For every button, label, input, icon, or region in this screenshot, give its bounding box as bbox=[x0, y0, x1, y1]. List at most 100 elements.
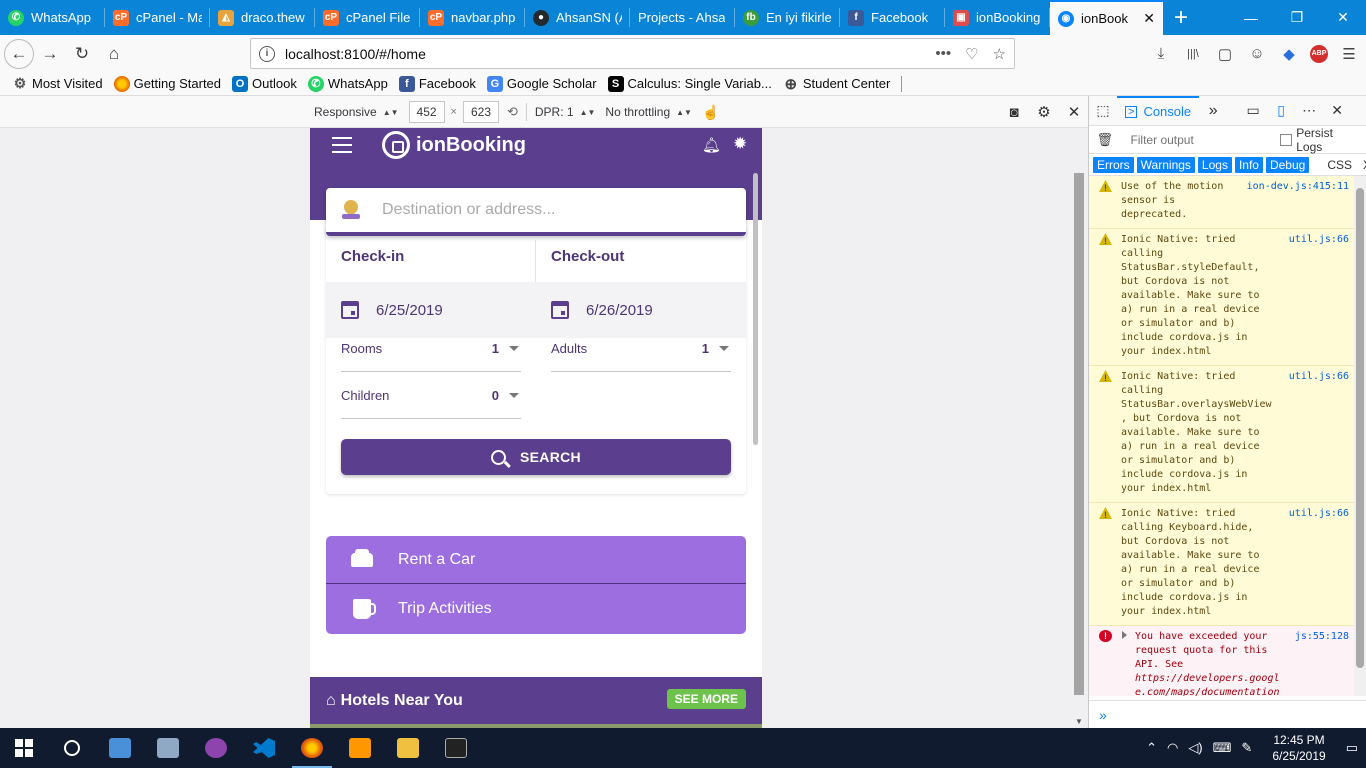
sidebar-icon[interactable]: ▢ bbox=[1214, 43, 1236, 65]
device-selector[interactable]: Responsive ▲▼ bbox=[314, 105, 399, 119]
back-button[interactable]: ← bbox=[4, 38, 34, 69]
bookmark-google-scholar[interactable]: G Google Scholar bbox=[486, 75, 597, 92]
pocket-icon[interactable]: ♡ bbox=[965, 45, 978, 63]
settings-icon[interactable]: ✹ bbox=[733, 134, 747, 154]
console-message[interactable]: ! Ionic Native: tried calling Keyboard.h… bbox=[1089, 503, 1355, 626]
tab-navbar-php[interactable]: cP navbar.php bbox=[420, 0, 525, 35]
expand-triangle-icon[interactable] bbox=[1122, 631, 1127, 639]
viewport-width-input[interactable]: 452 bbox=[408, 101, 445, 123]
trip-activities-item[interactable]: Trip Activities bbox=[326, 585, 746, 633]
downloads-icon[interactable]: ⤓ bbox=[1150, 43, 1172, 65]
scroll-down-arrow-icon[interactable]: ▼ bbox=[1072, 717, 1086, 726]
bell-icon[interactable]: 🔔︎ bbox=[702, 136, 721, 154]
tab-projects[interactable]: Projects - Ahsa bbox=[630, 0, 735, 35]
rooms-select[interactable]: Rooms 1 bbox=[341, 326, 521, 372]
extension-icon[interactable]: ◆ bbox=[1278, 43, 1300, 65]
url-bar[interactable]: i localhost:8100/#/home ••• ♡ ☆ bbox=[250, 38, 1015, 69]
menu-icon[interactable]: ☰ bbox=[1338, 43, 1360, 65]
control-panel-icon[interactable] bbox=[144, 728, 192, 768]
see-more-button[interactable]: SEE MORE bbox=[666, 689, 746, 709]
home-button[interactable]: ⌂ bbox=[98, 38, 130, 70]
throttle-selector[interactable]: No throttling ▲▼ bbox=[605, 105, 692, 119]
close-devtools-icon[interactable]: ✕ bbox=[1323, 102, 1351, 119]
console-message[interactable]: ! Use of the motion sensor is deprecated… bbox=[1089, 176, 1355, 229]
rotate-icon[interactable]: ⟲ bbox=[507, 104, 518, 120]
terminal-icon[interactable] bbox=[432, 728, 480, 768]
filter-css[interactable]: CSS bbox=[1323, 158, 1356, 172]
responsive-mode-icon[interactable]: ▯ bbox=[1267, 102, 1295, 119]
search-button[interactable]: SEARCH bbox=[341, 439, 731, 475]
console-error-message[interactable]: ! You have exceeded your request quota f… bbox=[1089, 626, 1355, 696]
reload-button[interactable]: ↻ bbox=[66, 38, 98, 70]
account-icon[interactable]: ☺ bbox=[1246, 43, 1268, 65]
touch-simulation-icon[interactable]: ☝ bbox=[702, 104, 719, 121]
bookmark-most-visited[interactable]: ⚙ Most Visited bbox=[12, 75, 103, 92]
console-message[interactable]: ! Ionic Native: tried calling StatusBar.… bbox=[1089, 366, 1355, 503]
filter-input[interactable] bbox=[1130, 132, 1281, 147]
rent-a-car-item[interactable]: Rent a Car bbox=[326, 536, 746, 584]
app-scrollbar[interactable] bbox=[753, 173, 758, 445]
chevron-up-icon[interactable]: ⌃ bbox=[1146, 740, 1157, 756]
site-info-icon[interactable]: i bbox=[259, 45, 275, 62]
filter-logs[interactable]: Logs bbox=[1197, 156, 1232, 173]
source-location-link[interactable]: util.js:66 bbox=[1289, 507, 1349, 521]
github-desktop-icon[interactable] bbox=[192, 728, 240, 768]
destination-search[interactable] bbox=[326, 188, 746, 236]
tab-github[interactable]: ● AhsanSN (A bbox=[525, 0, 630, 35]
bookmark-facebook[interactable]: f Facebook bbox=[398, 75, 476, 92]
pen-icon[interactable]: ✎ bbox=[1241, 740, 1252, 756]
cortana-icon[interactable] bbox=[48, 728, 96, 768]
screenshot-icon[interactable]: ◙ bbox=[1004, 104, 1024, 121]
windows-start-icon[interactable] bbox=[0, 728, 48, 768]
vscode-icon[interactable] bbox=[240, 728, 288, 768]
filter-xhr[interactable]: X bbox=[1359, 158, 1366, 172]
volume-icon[interactable]: ◁) bbox=[1188, 740, 1202, 756]
minimize-button[interactable]: — bbox=[1228, 0, 1274, 35]
network-icon[interactable]: ◠ bbox=[1167, 740, 1178, 756]
forward-button[interactable]: → bbox=[34, 38, 66, 70]
bookmark-star-icon[interactable]: ☆ bbox=[993, 45, 1006, 63]
tab-cpanel[interactable]: cP cPanel - Ma bbox=[105, 0, 210, 35]
trash-icon[interactable]: 🗑︎ bbox=[1089, 132, 1120, 148]
error-docs-link[interactable]: https://developers.googl e.com/maps/docu… bbox=[1135, 672, 1281, 696]
scrollbar-thumb[interactable] bbox=[1074, 173, 1084, 695]
source-location-link[interactable]: ion-dev.js:415:11 bbox=[1247, 180, 1349, 194]
source-location-link[interactable]: util.js:66 bbox=[1289, 233, 1349, 247]
tab-en-iyi[interactable]: fb En iyi fikirle bbox=[735, 0, 840, 35]
children-select[interactable]: Children 0 bbox=[341, 373, 521, 419]
library-icon[interactable]: |||\ bbox=[1182, 43, 1204, 65]
destination-input[interactable] bbox=[382, 201, 722, 219]
console-input[interactable]: » bbox=[1089, 700, 1366, 728]
tab-console[interactable]: > Console bbox=[1117, 95, 1200, 126]
tab-ionbooking-active[interactable]: ◉ ionBook ✕ bbox=[1050, 0, 1163, 35]
dock-icon[interactable]: ▭ bbox=[1239, 102, 1267, 119]
filter-info[interactable]: Info bbox=[1234, 156, 1263, 173]
page-actions-icon[interactable]: ••• bbox=[935, 45, 951, 63]
more-tabs-icon[interactable]: » bbox=[1199, 102, 1227, 120]
adults-select[interactable]: Adults 1 bbox=[551, 326, 731, 372]
hamburger-menu-icon[interactable] bbox=[332, 137, 352, 153]
close-rdm-icon[interactable]: ✕ bbox=[1064, 103, 1084, 121]
firefox-icon[interactable] bbox=[288, 728, 336, 768]
viewport-height-input[interactable]: 623 bbox=[462, 101, 499, 123]
element-picker-icon[interactable]: ⬚ bbox=[1089, 102, 1117, 119]
restore-button[interactable]: ❐ bbox=[1274, 0, 1320, 35]
adblock-icon[interactable]: ABP bbox=[1310, 44, 1328, 63]
close-window-button[interactable]: ✕ bbox=[1320, 0, 1366, 35]
filter-errors[interactable]: Errors bbox=[1093, 156, 1134, 173]
file-explorer-icon[interactable] bbox=[384, 728, 432, 768]
viewport-scrollbar[interactable]: ▼ bbox=[1072, 173, 1086, 728]
sublime-icon[interactable] bbox=[336, 728, 384, 768]
bookmark-getting-started[interactable]: Getting Started bbox=[113, 75, 221, 92]
tab-facebook[interactable]: f Facebook bbox=[840, 0, 945, 35]
dpr-selector[interactable]: DPR: 1 ▲▼ bbox=[535, 105, 596, 119]
settings-gear-icon[interactable]: ⚙ bbox=[1034, 103, 1054, 121]
new-tab-button[interactable]: + bbox=[1163, 0, 1199, 35]
clock[interactable]: 12:45 PM 6/25/2019 bbox=[1262, 732, 1335, 764]
filter-debug[interactable]: Debug bbox=[1265, 156, 1310, 173]
persist-logs-toggle[interactable]: Persist Logs bbox=[1280, 126, 1361, 154]
keyboard-icon[interactable]: ⌨ bbox=[1213, 740, 1232, 756]
notification-icon[interactable]: ▭ bbox=[1346, 740, 1358, 756]
bookmark-outlook[interactable]: O Outlook bbox=[232, 75, 297, 92]
tab-ionbooking[interactable]: ▣ ionBooking bbox=[945, 0, 1050, 35]
